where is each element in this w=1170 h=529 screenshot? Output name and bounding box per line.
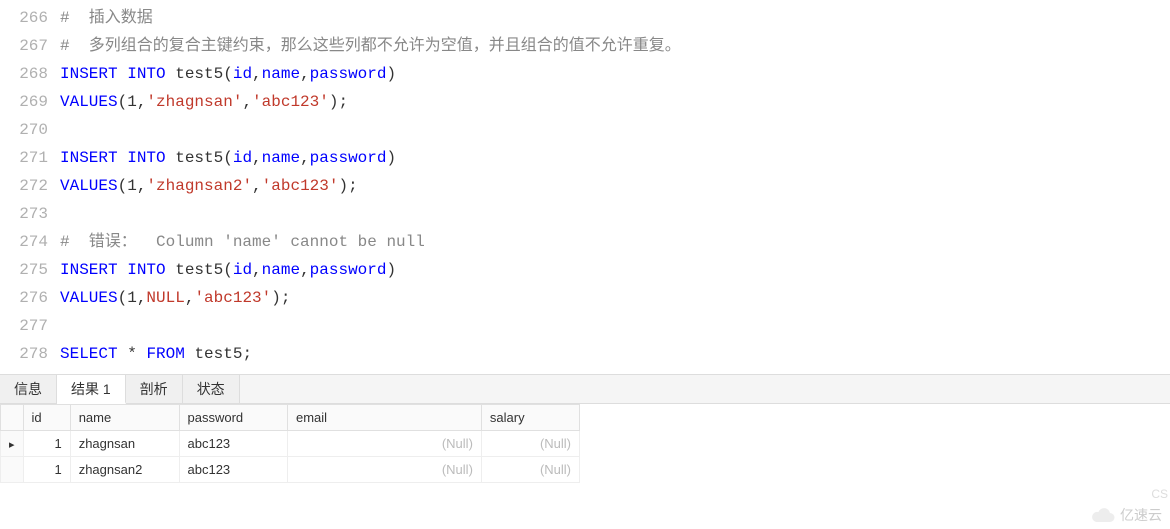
code-line[interactable]: # 错误： Column 'name' cannot be null bbox=[60, 228, 1170, 256]
cell[interactable]: zhagnsan bbox=[70, 431, 179, 457]
line-number: 271 bbox=[0, 144, 48, 172]
code-line[interactable]: VALUES(1,'zhagnsan','abc123'); bbox=[60, 88, 1170, 116]
result-tabs: 信息结果 1剖析状态 bbox=[0, 374, 1170, 404]
line-number: 267 bbox=[0, 32, 48, 60]
code-area[interactable]: # 插入数据# 多列组合的复合主键约束，那么这些列都不允许为空值，并且组合的值不… bbox=[60, 4, 1170, 368]
corner-mark: CS bbox=[1151, 487, 1168, 501]
column-header-name[interactable]: name bbox=[70, 405, 179, 431]
tab-剖析[interactable]: 剖析 bbox=[126, 375, 183, 403]
tab-结果 1[interactable]: 结果 1 bbox=[57, 375, 126, 404]
line-number: 276 bbox=[0, 284, 48, 312]
line-number: 274 bbox=[0, 228, 48, 256]
code-line[interactable]: VALUES(1,NULL,'abc123'); bbox=[60, 284, 1170, 312]
code-line[interactable] bbox=[60, 200, 1170, 228]
line-number: 266 bbox=[0, 4, 48, 32]
cell[interactable]: abc123 bbox=[179, 431, 288, 457]
column-header-password[interactable]: password bbox=[179, 405, 288, 431]
code-line[interactable]: # 多列组合的复合主键约束，那么这些列都不允许为空值，并且组合的值不允许重复。 bbox=[60, 32, 1170, 60]
cell[interactable]: (Null) bbox=[288, 431, 482, 457]
watermark-text: 亿速云 bbox=[1120, 505, 1162, 525]
code-editor[interactable]: 266267268269270271272273274275276277278 … bbox=[0, 0, 1170, 368]
tab-状态[interactable]: 状态 bbox=[183, 375, 240, 403]
line-number: 275 bbox=[0, 256, 48, 284]
line-number-gutter: 266267268269270271272273274275276277278 bbox=[0, 4, 60, 368]
line-number: 269 bbox=[0, 88, 48, 116]
line-number: 273 bbox=[0, 200, 48, 228]
watermark: 亿速云 bbox=[1090, 505, 1162, 525]
code-line[interactable]: SELECT * FROM test5; bbox=[60, 340, 1170, 368]
line-number: 278 bbox=[0, 340, 48, 368]
column-header-id[interactable]: id bbox=[23, 405, 70, 431]
table-row[interactable]: 1zhagnsanabc123(Null)(Null) bbox=[1, 431, 580, 457]
cell[interactable]: (Null) bbox=[288, 457, 482, 483]
line-number: 272 bbox=[0, 172, 48, 200]
cell[interactable]: 1 bbox=[23, 457, 70, 483]
line-number: 270 bbox=[0, 116, 48, 144]
column-header-salary[interactable]: salary bbox=[481, 405, 579, 431]
result-grid[interactable]: idnamepasswordemailsalary 1zhagnsanabc12… bbox=[0, 404, 580, 483]
code-line[interactable]: INSERT INTO test5(id,name,password) bbox=[60, 144, 1170, 172]
cell[interactable]: (Null) bbox=[481, 431, 579, 457]
code-line[interactable]: INSERT INTO test5(id,name,password) bbox=[60, 256, 1170, 284]
code-line[interactable] bbox=[60, 116, 1170, 144]
cell[interactable]: zhagnsan2 bbox=[70, 457, 179, 483]
cell[interactable]: 1 bbox=[23, 431, 70, 457]
line-number: 277 bbox=[0, 312, 48, 340]
code-line[interactable]: INSERT INTO test5(id,name,password) bbox=[60, 60, 1170, 88]
code-line[interactable]: # 插入数据 bbox=[60, 4, 1170, 32]
row-marker bbox=[1, 457, 24, 483]
table-row[interactable]: 1zhagnsan2abc123(Null)(Null) bbox=[1, 457, 580, 483]
cloud-icon bbox=[1090, 506, 1116, 524]
line-number: 268 bbox=[0, 60, 48, 88]
result-body: 1zhagnsanabc123(Null)(Null)1zhagnsan2abc… bbox=[1, 431, 580, 483]
row-marker-header bbox=[1, 405, 24, 431]
row-marker bbox=[1, 431, 24, 457]
code-line[interactable]: VALUES(1,'zhagnsan2','abc123'); bbox=[60, 172, 1170, 200]
code-line[interactable] bbox=[60, 312, 1170, 340]
column-header-email[interactable]: email bbox=[288, 405, 482, 431]
cell[interactable]: abc123 bbox=[179, 457, 288, 483]
tab-信息[interactable]: 信息 bbox=[0, 375, 57, 403]
result-header-row: idnamepasswordemailsalary bbox=[1, 405, 580, 431]
cell[interactable]: (Null) bbox=[481, 457, 579, 483]
